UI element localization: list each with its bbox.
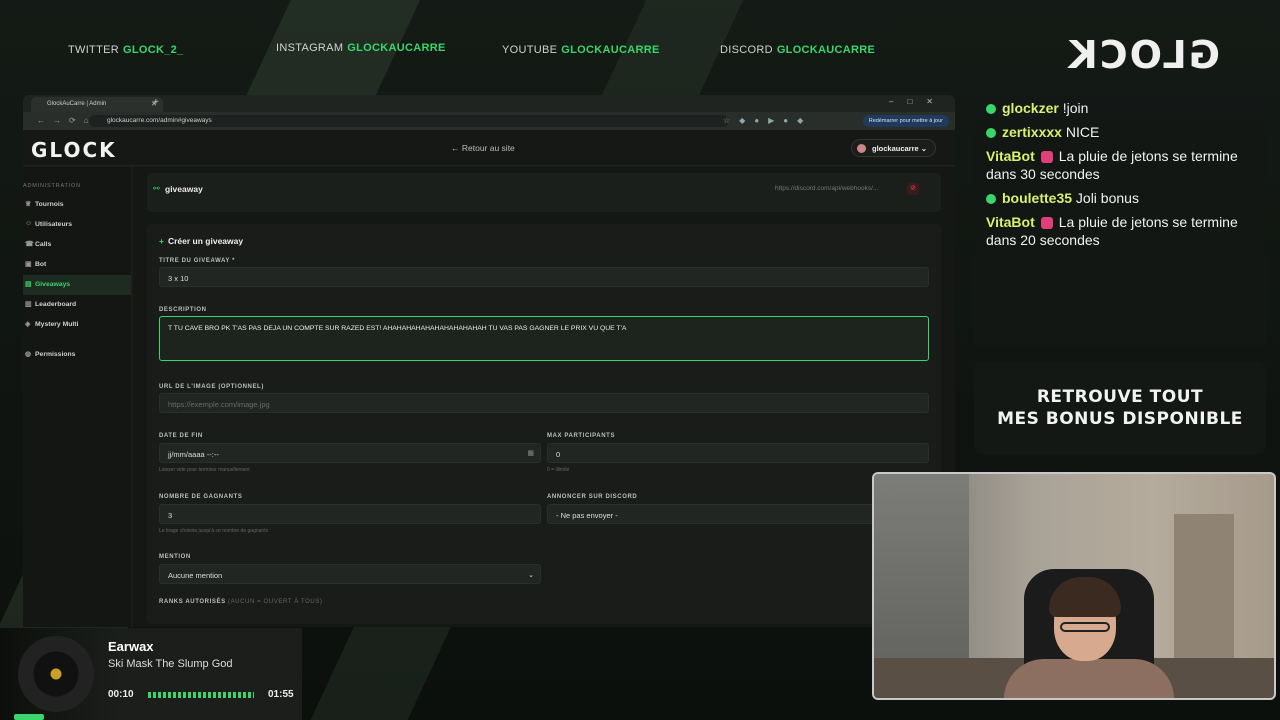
sidebar-section-title: ADMINISTRATION <box>23 183 81 189</box>
create-giveaway-form: + Créer un giveaway TITRE DU GIVEAWAY * 3… <box>147 224 941 624</box>
window-controls[interactable]: –□✕ <box>889 97 947 106</box>
webhook-url: https://discord.com/api/webhooks/... <box>775 185 879 192</box>
social-bar: TWITTER GLOCK_2_ INSTAGRAM GLOCKAUCARRE YO… <box>0 42 900 64</box>
progress-bar <box>148 692 254 698</box>
image-url-input[interactable]: https://exemple.com/image.jpg <box>159 393 929 413</box>
address-bar: ←→⟳⌂ glockaucarre.com/admin#giveaways ☆◆… <box>23 112 955 130</box>
end-date-input[interactable]: jj/mm/aaaa --:-- ▦ <box>159 443 541 463</box>
user-name: glockaucarre <box>872 144 919 153</box>
mention-label: MENTION <box>159 554 191 560</box>
new-tab-icon[interactable]: + <box>153 97 159 108</box>
vinyl-disc-icon <box>18 636 94 712</box>
description-textarea[interactable]: T TU CAVE BRO PK T'AS PAS DEJA UN COMPTE… <box>159 316 929 361</box>
sidebar-item-tournois[interactable]: ♕ Tournois <box>23 195 131 215</box>
ranks-label: RANKS AUTORISÉS (AUCUN = OUVERT À TOUS) <box>159 599 323 605</box>
social-instagram: INSTAGRAM GLOCKAUCARRE <box>276 42 446 54</box>
promo-line-1: RETROUVE TOUT <box>1036 387 1204 407</box>
social-discord: DISCORD GLOCKAUCARRE <box>720 44 876 56</box>
discord-announce-label: ANNONCER SUR DISCORD <box>547 494 638 500</box>
chevron-down-icon: ⌄ <box>920 144 928 153</box>
promo-line-2: MES BONUS DISPONIBLE <box>997 409 1243 429</box>
elapsed-time: 00:10 <box>108 689 134 700</box>
nav-icons[interactable]: ←→⟳⌂ <box>37 116 97 125</box>
bonus-promo-banner: RETROUVE TOUT MES BONUS DISPONIBLE <box>974 362 1266 454</box>
chevron-down-icon: ⌄ <box>528 572 534 579</box>
winners-hint: Le tirage choisira jusqu'à ce nombre de … <box>159 528 269 534</box>
max-participants-hint: 0 = illimité <box>547 467 570 473</box>
social-youtube: YOUTUBE GLOCKAUCARRE <box>502 44 660 56</box>
door-shape <box>1174 514 1234 664</box>
end-date-label: DATE DE FIN <box>159 433 203 439</box>
chat-message: VitaBot La pluie de jetons se termine dan… <box>986 214 1238 248</box>
stream-chat: glockzer !join zertixxxx NICE VitaBot La … <box>974 95 1266 347</box>
title-label: TITRE DU GIVEAWAY * <box>159 258 236 264</box>
bot-icon: ▣ <box>25 261 32 268</box>
browser-tab[interactable]: GlockAuCarre | Admin ✕ <box>31 97 163 112</box>
webhook-name: giveaway <box>165 184 203 194</box>
bot-badge-icon <box>1040 217 1053 230</box>
sidebar-item-mystery-multi[interactable]: ◈ Mystery Multi <box>23 315 131 335</box>
link-icon: ⚯ <box>153 184 160 193</box>
chat-message: zertixxxx NICE <box>986 123 1254 141</box>
form-title: + Créer un giveaway <box>159 236 244 246</box>
brand-logo[interactable]: GLOCK <box>31 138 117 162</box>
browser-window: GlockAuCarre | Admin ✕ + –□✕ ←→⟳⌂ glocka… <box>23 95 955 627</box>
giveaway-title-input[interactable]: 3 x 10 <box>159 267 929 287</box>
admin-sidebar: ADMINISTRATION ♕ Tournois ☺ Utilisateurs ☎… <box>23 167 131 627</box>
webcam-feed <box>872 472 1276 700</box>
winners-label: NOMBRE DE GAGNANTS <box>159 494 243 500</box>
app-header: GLOCK ← Retour au site glockaucarre ⌄ <box>23 130 955 166</box>
delete-webhook-button[interactable]: ⊘ <box>907 183 919 195</box>
trophy-icon: ♕ <box>25 201 32 208</box>
badge-icon <box>986 194 996 205</box>
sidebar-item-bot[interactable]: ▣ Bot <box>23 255 131 275</box>
dice-icon: ◈ <box>25 321 31 328</box>
relaunch-button[interactable]: Redémarrer pour mettre à jour <box>862 115 949 127</box>
stream-overlay: TWITTER GLOCK_2_ INSTAGRAM GLOCKAUCARRE YO… <box>0 0 1280 720</box>
plus-icon: + <box>159 236 164 246</box>
giveaways-panel: ⚯ giveaway https://discord.com/api/webho… <box>133 167 955 627</box>
tab-bar: GlockAuCarre | Admin ✕ + –□✕ <box>23 95 955 112</box>
calendar-icon[interactable]: ▦ <box>527 449 534 457</box>
now-playing-widget: Earwax Ski Mask The Slump God 00:10 01:5… <box>0 628 302 720</box>
max-participants-input[interactable]: 0 <box>547 443 929 463</box>
back-to-site-link[interactable]: ← Retour au site <box>451 143 515 153</box>
glasses-shape <box>1060 622 1110 632</box>
sidebar-item-utilisateurs[interactable]: ☺ Utilisateurs <box>23 215 131 235</box>
social-twitter: TWITTER GLOCK_2_ <box>68 44 184 56</box>
track-duration: 01:55 <box>268 689 294 700</box>
chat-message: VitaBot La pluie de jetons se termine dan… <box>986 148 1238 182</box>
sidebar-item-giveaways[interactable]: ▤ Giveaways <box>23 275 131 295</box>
accent-bar <box>14 714 44 720</box>
webhook-card: ⚯ giveaway https://discord.com/api/webho… <box>147 173 941 212</box>
phone-icon: ☎ <box>25 241 34 248</box>
extension-icons[interactable]: ☆◆●▶●◆ <box>723 116 812 125</box>
max-participants-label: MAX PARTICIPANTS <box>547 433 616 439</box>
overlay-logo: GLOCK <box>1066 33 1220 77</box>
streamer-body-shape <box>1004 659 1174 698</box>
shield-icon: ◍ <box>25 351 32 358</box>
chart-icon: ▥ <box>25 301 32 308</box>
tab-title: GlockAuCarre | Admin <box>47 101 107 107</box>
sidebar-item-permissions[interactable]: ◍ Permissions <box>23 345 131 365</box>
chat-message: boulette35 Joli bonus <box>986 189 1254 207</box>
sidebar-item-calls[interactable]: ☎ Calls <box>23 235 131 255</box>
winners-input[interactable]: 3 <box>159 504 541 524</box>
image-url-label: URL DE L'IMAGE (OPTIONNEL) <box>159 384 264 390</box>
description-label: DESCRIPTION <box>159 307 207 313</box>
mention-select[interactable]: Aucune mention ⌄ <box>159 564 541 584</box>
user-menu[interactable]: glockaucarre ⌄ <box>851 139 937 157</box>
avatar <box>857 144 866 153</box>
badge-icon <box>986 128 996 139</box>
gift-icon: ▤ <box>25 281 32 288</box>
chat-message: glockzer !join <box>986 99 1254 117</box>
url-input[interactable]: glockaucarre.com/admin#giveaways <box>89 115 729 127</box>
end-date-hint: Laisser vide pour terminer manuellement <box>159 467 250 473</box>
badge-icon <box>986 104 996 115</box>
track-artist: Ski Mask The Slump God <box>108 658 233 670</box>
bot-badge-icon <box>1040 151 1053 164</box>
users-icon: ☺ <box>25 220 33 227</box>
sidebar-item-leaderboard[interactable]: ▥ Leaderboard <box>23 295 131 315</box>
track-title: Earwax <box>108 639 154 654</box>
